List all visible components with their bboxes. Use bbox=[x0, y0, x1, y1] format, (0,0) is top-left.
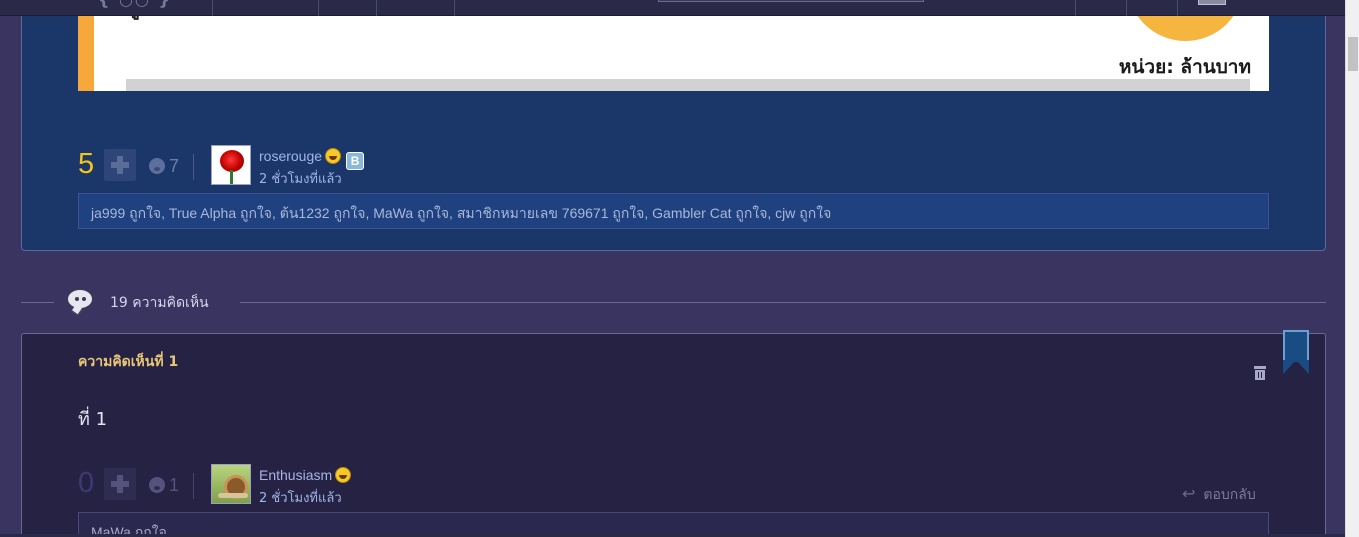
post-card: มูลค่าการซื้อขายสะสม ในช่วง 1 - 10 ม.ค. … bbox=[21, 0, 1326, 251]
image-unit-text: หน่วย: ล้านบาท bbox=[1118, 56, 1251, 78]
reaction-count[interactable]: 7 bbox=[149, 156, 179, 177]
reaction-number: 7 bbox=[169, 156, 180, 176]
reply-label: ตอบกลับ bbox=[1203, 487, 1256, 503]
vote-plus-button[interactable] bbox=[104, 468, 136, 500]
emotion-face-icon bbox=[149, 477, 165, 493]
comments-count: 19 ความคิดเห็น bbox=[110, 295, 209, 311]
likes-list[interactable]: ja999 ถูกใจ, True Alpha ถูกใจ, ต้น1232 ถ… bbox=[78, 193, 1269, 229]
post-vote-row: 5 7 roserouge B 2 ชั่วโมงที่แล้ว bbox=[78, 145, 678, 187]
search-input[interactable] bbox=[658, 0, 924, 2]
vote-divider bbox=[193, 473, 194, 499]
author-name-link[interactable]: roserouge bbox=[259, 148, 322, 164]
navbar-divider bbox=[1177, 0, 1178, 16]
laugh-emoji-icon bbox=[335, 467, 352, 483]
vote-score: 5 bbox=[78, 148, 95, 180]
reaction-number: 1 bbox=[169, 475, 180, 495]
vote-plus-button[interactable] bbox=[104, 149, 136, 181]
scrollbar-thumb[interactable] bbox=[1348, 37, 1358, 71]
header-divider-right bbox=[240, 302, 1326, 303]
navbar-divider bbox=[376, 0, 377, 16]
navbar-divider bbox=[1126, 0, 1127, 16]
author-name-row: Enthusiasm bbox=[259, 467, 352, 483]
member-badge-icon: B bbox=[346, 152, 365, 170]
image-table-header bbox=[126, 79, 1250, 91]
navbar-divider bbox=[212, 0, 213, 16]
author-avatar[interactable] bbox=[211, 145, 251, 185]
comment-time: 2 ชั่วโมงที่แล้ว bbox=[259, 491, 342, 506]
header-divider-left bbox=[21, 302, 54, 303]
user-avatar[interactable] bbox=[1198, 0, 1226, 5]
author-avatar[interactable] bbox=[211, 464, 251, 504]
vote-divider bbox=[193, 154, 194, 180]
bookmark-icon[interactable] bbox=[1283, 330, 1309, 376]
comment-body: ที่ 1 bbox=[78, 409, 108, 430]
reaction-count[interactable]: 1 bbox=[149, 475, 179, 496]
reply-button[interactable]: ↩ ตอบกลับ bbox=[1182, 484, 1256, 506]
emotion-face-icon bbox=[149, 158, 165, 174]
navbar-divider bbox=[318, 0, 319, 16]
author-name-row: roserouge B bbox=[259, 148, 365, 170]
comment-vote-row: 0 1 Enthusiasm 2 ชั่วโมงที่แล้ว bbox=[78, 464, 678, 506]
vote-score: 0 bbox=[78, 467, 95, 499]
laugh-emoji-icon bbox=[325, 148, 342, 164]
comment-number[interactable]: ความคิดเห็นที่ 1 bbox=[78, 351, 178, 373]
post-time: 2 ชั่วโมงที่แล้ว bbox=[259, 172, 342, 187]
page-scrollbar[interactable] bbox=[1345, 0, 1359, 537]
reply-arrow-icon: ↩ bbox=[1182, 484, 1196, 503]
site-logo[interactable]: { ○○ } bbox=[98, 0, 186, 10]
trash-icon[interactable] bbox=[1254, 366, 1266, 380]
comment-card: ความคิดเห็นที่ 1 ที่ 1 0 1 Enthusiasm 2 … bbox=[21, 330, 1326, 537]
comments-header: 19 ความคิดเห็น bbox=[21, 286, 1326, 318]
navbar-divider bbox=[1075, 0, 1076, 16]
top-navbar: { ○○ } bbox=[0, 0, 1345, 16]
author-name-link[interactable]: Enthusiasm bbox=[259, 467, 332, 483]
navbar-divider bbox=[454, 0, 455, 16]
comment-bubble-icon bbox=[67, 289, 95, 316]
